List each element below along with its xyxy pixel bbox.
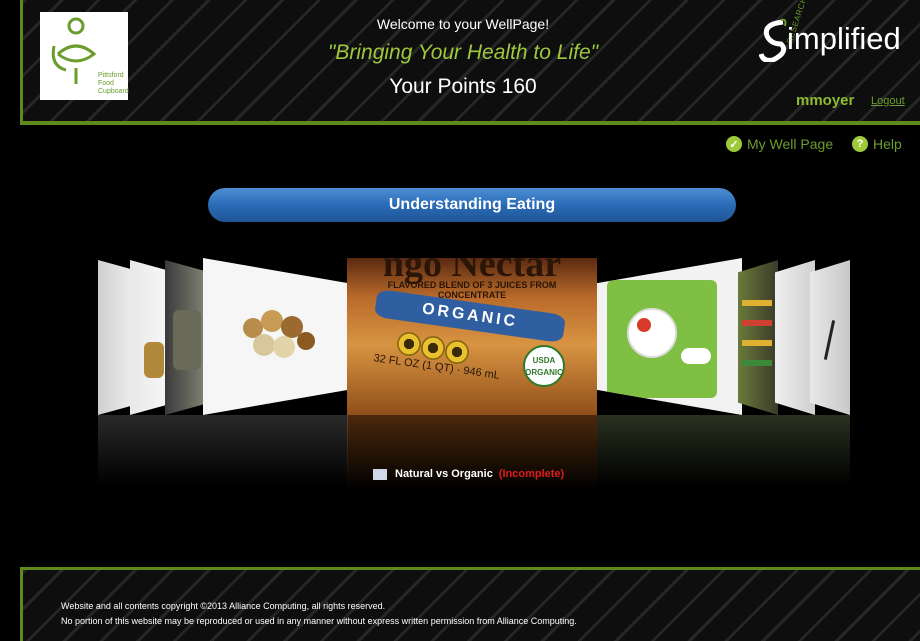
question-icon: ? bbox=[852, 136, 868, 152]
shelf-item-1 bbox=[742, 300, 772, 306]
usda-organic-seal: USDA ORGANIC bbox=[523, 345, 565, 387]
brand-text: implified bbox=[787, 21, 901, 56]
carousel-card-right-3[interactable] bbox=[775, 260, 815, 415]
tomato-image bbox=[637, 318, 651, 332]
footer-copyright: Website and all contents copyright ©2013… bbox=[61, 599, 577, 629]
shelf-item-2 bbox=[742, 320, 772, 326]
right-cards-reflection bbox=[597, 415, 850, 485]
carousel-caption[interactable]: Natural vs Organic (Incomplete) bbox=[373, 468, 564, 480]
carousel-card-healthy-plate[interactable] bbox=[597, 258, 742, 415]
footer-line-2: No portion of this website may be reprod… bbox=[61, 616, 577, 626]
plate-image bbox=[627, 308, 677, 358]
shelf-item-4 bbox=[742, 360, 772, 366]
spice-jar-image bbox=[144, 342, 164, 378]
footer: Website and all contents copyright ©2013… bbox=[20, 567, 920, 641]
shelf-item-3 bbox=[742, 340, 772, 346]
utensil-image bbox=[823, 320, 836, 360]
caption-status: (Incomplete) bbox=[498, 468, 565, 480]
points-display: Your Points 160 bbox=[389, 75, 537, 98]
sunflower-1 bbox=[397, 332, 421, 356]
logout-link[interactable]: Logout bbox=[871, 95, 905, 107]
grain-bowl-5 bbox=[273, 336, 295, 358]
caption-title: Natural vs Organic bbox=[395, 468, 493, 480]
carousel-card-right-2[interactable] bbox=[738, 260, 778, 415]
jar-image bbox=[173, 310, 201, 370]
carousel-card-grains[interactable] bbox=[203, 258, 348, 415]
video-icon bbox=[373, 468, 387, 480]
section-title-banner: Understanding Eating bbox=[208, 188, 736, 222]
speech-bubble-image bbox=[681, 348, 711, 364]
topic-carousel[interactable]: ngo Nectar FLAVORED BLEND OF 3 JUICES FR… bbox=[90, 250, 860, 500]
my-well-page-link[interactable]: ✓ My Well Page bbox=[726, 136, 833, 152]
sunflower-3 bbox=[445, 340, 469, 364]
username: mmoyer bbox=[796, 92, 855, 109]
my-well-page-label: My Well Page bbox=[747, 136, 834, 152]
carousel-card-right-4[interactable] bbox=[810, 260, 850, 415]
grain-bowl-4 bbox=[253, 334, 275, 356]
sunflower-2 bbox=[421, 336, 445, 360]
left-cards-reflection bbox=[98, 415, 348, 485]
check-icon: ✓ bbox=[726, 136, 742, 152]
footer-line-1: Website and all contents copyright ©2013… bbox=[61, 601, 386, 611]
carousel-card-natural-vs-organic[interactable]: ngo Nectar FLAVORED BLEND OF 3 JUICES FR… bbox=[347, 258, 597, 415]
help-link[interactable]: ? Help bbox=[852, 136, 902, 152]
help-label: Help bbox=[873, 136, 902, 152]
grain-bowl-2 bbox=[261, 310, 283, 332]
grain-bowl-6 bbox=[297, 332, 315, 350]
research-simplified-logo[interactable]: RESEARCH implified bbox=[755, 0, 915, 68]
header: Pittsford Food Cupboard Welcome to your … bbox=[20, 0, 920, 125]
